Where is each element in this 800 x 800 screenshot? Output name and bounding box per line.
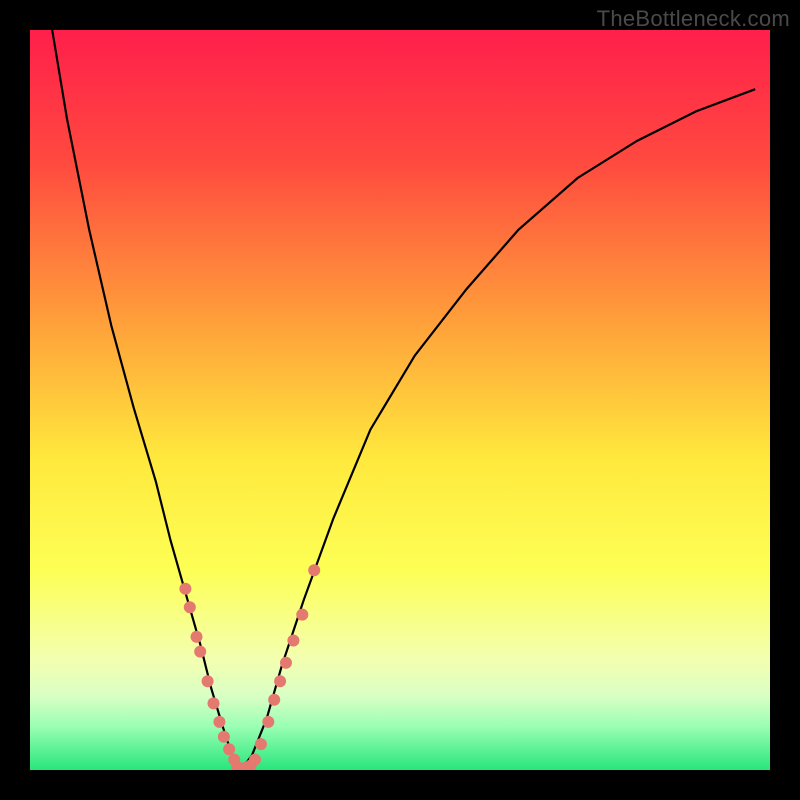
- chart-frame: TheBottleneck.com: [0, 0, 800, 800]
- highlight-dot: [202, 675, 214, 687]
- highlight-dots: [179, 564, 320, 770]
- watermark-text: TheBottleneck.com: [597, 6, 790, 32]
- bottleneck-curve: [52, 30, 755, 770]
- highlight-dot: [308, 564, 320, 576]
- highlight-dot: [194, 646, 206, 658]
- highlight-dot: [287, 635, 299, 647]
- highlight-dot: [213, 716, 225, 728]
- highlight-dot: [262, 716, 274, 728]
- highlight-dot: [184, 601, 196, 613]
- highlight-dot: [280, 657, 292, 669]
- plot-area: [30, 30, 770, 770]
- curve-layer: [30, 30, 770, 770]
- highlight-dot: [191, 631, 203, 643]
- highlight-dot: [223, 743, 235, 755]
- highlight-dot: [218, 731, 230, 743]
- highlight-dot: [255, 738, 267, 750]
- highlight-dot: [268, 694, 280, 706]
- highlight-dot: [249, 754, 261, 766]
- highlight-dot: [179, 583, 191, 595]
- highlight-dot: [296, 609, 308, 621]
- highlight-dot: [274, 675, 286, 687]
- highlight-dot: [208, 697, 220, 709]
